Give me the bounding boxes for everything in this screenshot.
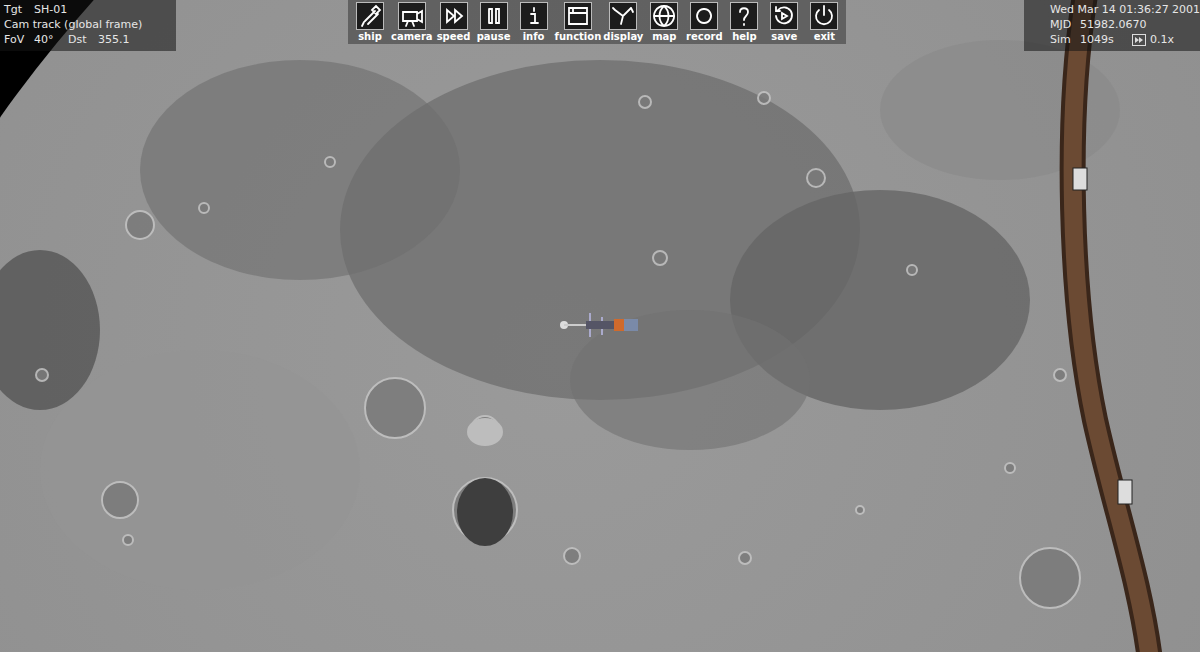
time-info-panel: Wed Mar 14 01:36:27 2001 MJD51982.0670 S… — [1024, 0, 1200, 51]
toolbar-icon — [609, 2, 637, 30]
toolbar-icon — [810, 2, 838, 30]
toolbar-button[interactable]: info — [514, 2, 554, 43]
toolbar-button[interactable]: exit — [804, 2, 844, 43]
toolbar-button[interactable]: pause — [474, 2, 514, 43]
toolbar-button[interactable]: camera — [390, 2, 434, 43]
toolbar-icon — [770, 2, 798, 30]
fast-forward-icon — [1132, 34, 1146, 46]
toolbar-icon — [480, 2, 508, 30]
toolbar-button[interactable]: display — [602, 2, 644, 43]
toolbar-icon — [690, 2, 718, 30]
toolbar-icon — [520, 2, 548, 30]
mjd-line: MJD51982.0670 — [1050, 17, 1196, 32]
toolbar-button[interactable]: save — [764, 2, 804, 43]
toolbar-icon — [730, 2, 758, 30]
camera-info-panel: TgtSH-01 Cam track (global frame) FoV40°… — [0, 0, 176, 51]
toolbar-icon — [398, 2, 426, 30]
toolbar-button[interactable]: map — [644, 2, 684, 43]
toolbar-button[interactable]: ship — [350, 2, 390, 43]
toolbar-icon — [650, 2, 678, 30]
toolbar-button[interactable]: speed — [434, 2, 474, 43]
toolbar-icon — [440, 2, 468, 30]
simulation-view[interactable]: TgtSH-01 Cam track (global frame) FoV40°… — [0, 0, 1200, 652]
toolbar-button[interactable]: record — [684, 2, 724, 43]
sim-line: Sim1049s 0.1x — [1050, 32, 1196, 47]
target-line: TgtSH-01 — [4, 2, 172, 17]
toolbar-button[interactable]: help — [724, 2, 764, 43]
toolbar-icon — [356, 2, 384, 30]
main-toolbar: ship camera speed pause info function di… — [348, 0, 846, 44]
date-time: Wed Mar 14 01:36:27 2001 — [1050, 2, 1196, 17]
toolbar-button[interactable]: function — [554, 2, 603, 43]
fov-line: FoV40° Dst355.1 — [4, 32, 172, 47]
spacecraft[interactable] — [558, 309, 648, 339]
toolbar-icon — [564, 2, 592, 30]
camera-mode: Cam track (global frame) — [4, 17, 172, 32]
